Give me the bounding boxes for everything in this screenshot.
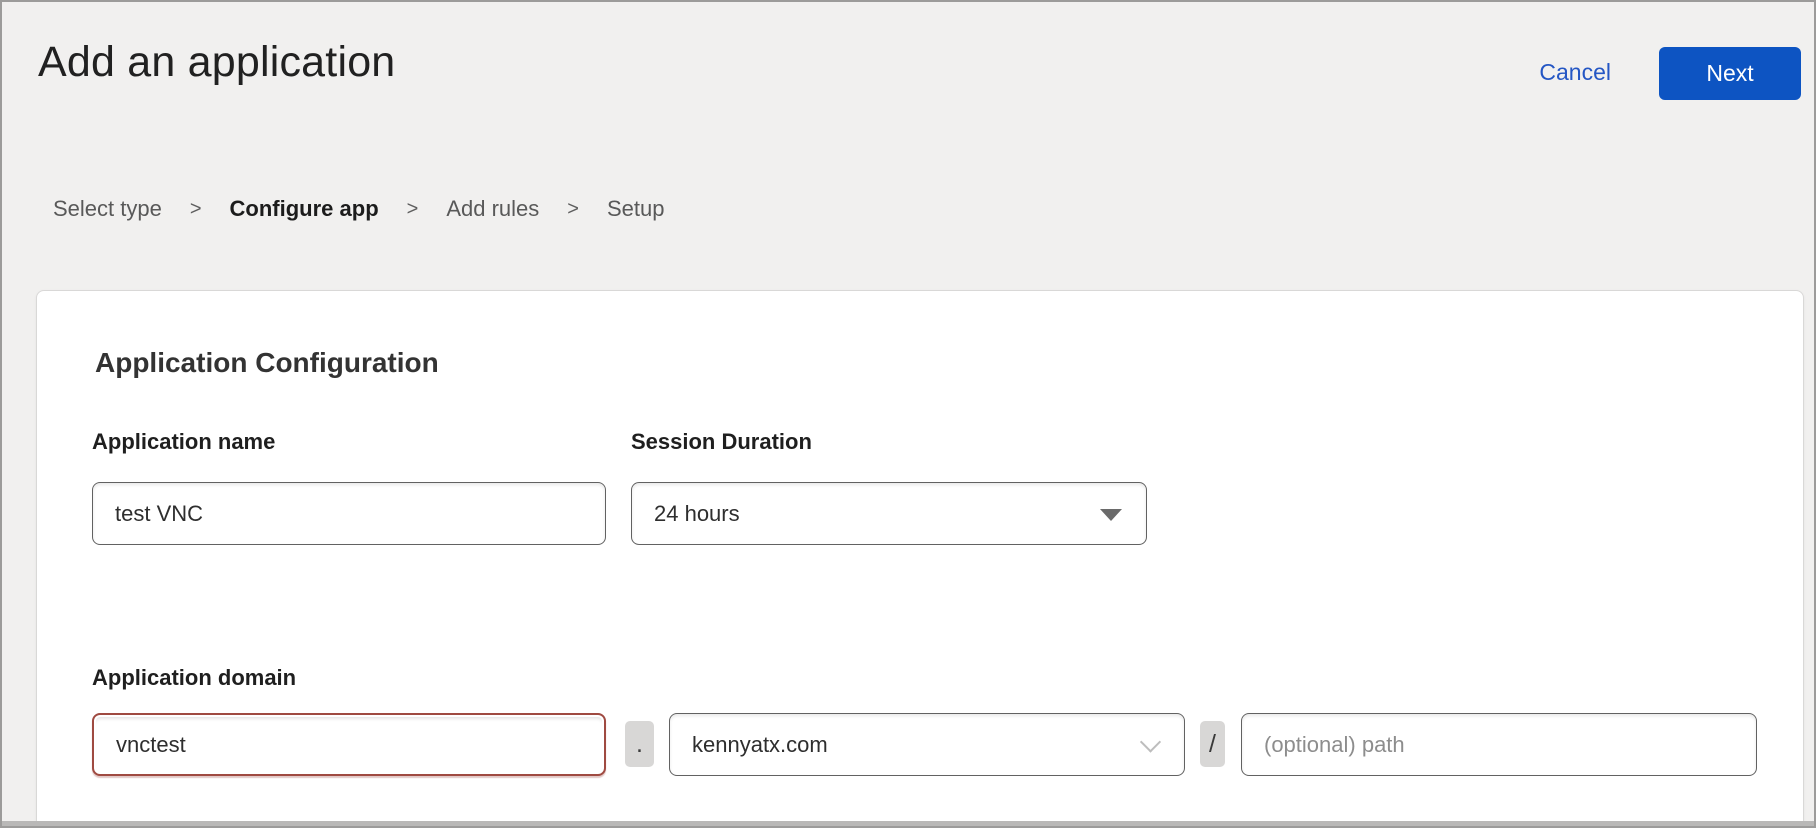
breadcrumb: Select type > Configure app > Add rules … xyxy=(53,196,664,222)
section-heading: Application Configuration xyxy=(95,347,439,379)
slash-separator: / xyxy=(1200,721,1225,767)
application-domain-label: Application domain xyxy=(92,665,296,691)
cancel-link[interactable]: Cancel xyxy=(1539,59,1611,86)
breadcrumb-separator: > xyxy=(407,198,419,221)
application-name-input[interactable] xyxy=(92,482,606,545)
breadcrumb-separator: > xyxy=(567,198,579,221)
configuration-card: Application Configuration Application na… xyxy=(36,290,1804,828)
chevron-down-icon xyxy=(1140,731,1161,752)
dot-separator: . xyxy=(625,721,654,767)
domain-select-value: kennyatx.com xyxy=(692,732,828,758)
path-input[interactable] xyxy=(1241,713,1757,776)
step-select-type[interactable]: Select type xyxy=(53,196,162,222)
session-duration-label: Session Duration xyxy=(631,429,812,455)
session-duration-value: 24 hours xyxy=(654,501,740,527)
application-name-label: Application name xyxy=(92,429,275,455)
page-title: Add an application xyxy=(38,38,395,87)
breadcrumb-separator: > xyxy=(190,198,202,221)
step-add-rules[interactable]: Add rules xyxy=(446,196,539,222)
subdomain-input[interactable] xyxy=(92,713,606,776)
add-application-page: Add an application Cancel Next Select ty… xyxy=(0,0,1816,828)
step-configure-app[interactable]: Configure app xyxy=(230,196,379,222)
session-duration-select[interactable]: 24 hours xyxy=(631,482,1147,545)
domain-select[interactable]: kennyatx.com xyxy=(669,713,1185,776)
next-button[interactable]: Next xyxy=(1659,47,1801,100)
step-setup[interactable]: Setup xyxy=(607,196,665,222)
dropdown-caret-icon xyxy=(1100,509,1122,521)
